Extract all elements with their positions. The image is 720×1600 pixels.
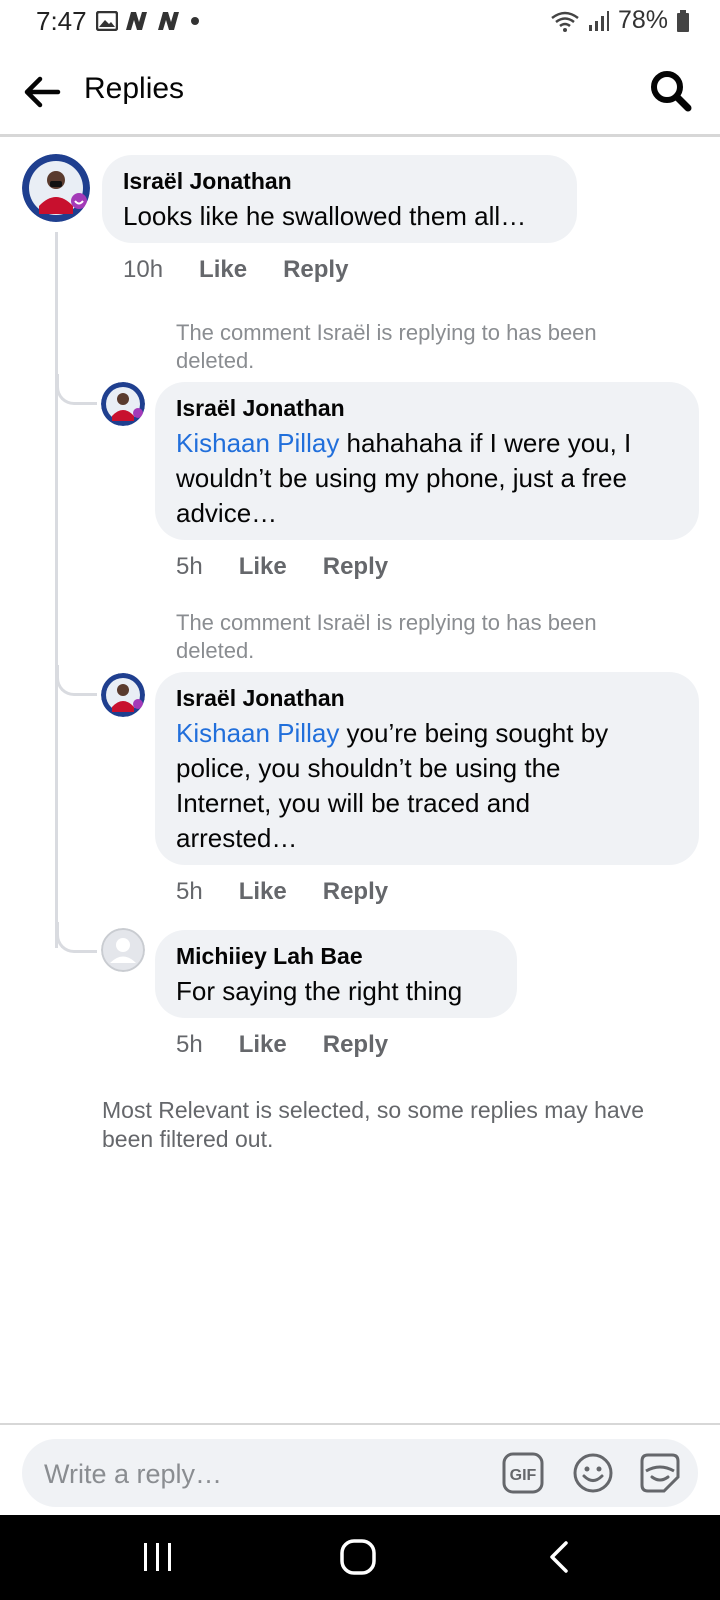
comment-time: 5h — [176, 878, 203, 905]
thread-line — [55, 232, 58, 948]
battery-icon — [677, 9, 689, 32]
filter-notice: Most Relevant is selected, so some repli… — [102, 1097, 645, 1152]
search-button[interactable] — [648, 68, 694, 114]
search-icon — [651, 71, 692, 112]
comment-author[interactable]: Israël Jonathan — [176, 684, 677, 712]
comment-bubble[interactable]: Israël Jonathan Kishaan Pillay you’re be… — [155, 672, 699, 865]
deleted-comment-note: The comment Israël is replying to has be… — [176, 320, 597, 373]
battery-percent: 78% — [617, 6, 668, 34]
reply-connector — [56, 922, 97, 953]
profile-photo-icon — [22, 154, 90, 222]
like-button[interactable]: Like — [239, 553, 287, 581]
reply-button[interactable]: Reply — [323, 1031, 388, 1059]
gallery-icon — [96, 11, 118, 31]
comment-bubble[interactable]: Michiiey Lah Bae For saying the right th… — [155, 930, 517, 1018]
status-time: 7:47 — [36, 6, 87, 36]
comment-text: For saying the right thing — [176, 976, 463, 1006]
gif-icon: GIF — [502, 1452, 544, 1494]
reply-connector — [56, 374, 97, 405]
avatar[interactable] — [22, 154, 90, 222]
gif-button[interactable]: GIF — [502, 1452, 544, 1494]
emoji-icon — [573, 1453, 613, 1493]
page-title: Replies — [84, 72, 185, 105]
comment-actions: 10h Like Reply — [123, 256, 384, 284]
comment-text: Kishaan Pillay you’re being sought by po… — [176, 718, 609, 853]
avatar[interactable] — [101, 673, 145, 717]
home-icon — [340, 1539, 376, 1575]
back-button[interactable] — [20, 70, 64, 114]
deleted-comment-note: The comment Israël is replying to has be… — [176, 610, 597, 663]
sticker-icon — [640, 1453, 680, 1493]
wifi-icon — [551, 11, 579, 32]
reply-button[interactable]: Reply — [323, 553, 388, 581]
comment-time: 10h — [123, 256, 164, 283]
profile-photo-icon — [101, 382, 145, 426]
mention-link[interactable]: Kishaan Pillay — [176, 428, 339, 458]
comment-actions: 5h Like Reply — [176, 878, 424, 906]
default-avatar-icon — [101, 928, 145, 972]
mention-link[interactable]: Kishaan Pillay — [176, 718, 339, 748]
recent-apps-button[interactable] — [138, 1539, 178, 1575]
comment-bubble[interactable]: Israël Jonathan Kishaan Pillay hahahaha … — [155, 382, 699, 540]
comment-time: 5h — [176, 1031, 203, 1058]
back-nav-icon — [550, 1541, 568, 1573]
comment-text: Kishaan Pillay hahahaha if I were you, I… — [176, 428, 632, 528]
app-header: Replies — [0, 48, 720, 137]
sticker-button[interactable] — [638, 1451, 682, 1495]
comment-time: 5h — [176, 553, 203, 580]
reply-input[interactable] — [42, 1439, 476, 1509]
avatar[interactable] — [101, 928, 145, 972]
comment-author[interactable]: Michiiey Lah Bae — [176, 942, 495, 970]
back-nav-button[interactable] — [544, 1539, 574, 1575]
system-nav-bar — [0, 1515, 720, 1600]
signal-icon — [588, 10, 609, 31]
profile-photo-icon — [101, 673, 145, 717]
comment-author[interactable]: Israël Jonathan — [123, 167, 555, 195]
composer-box[interactable]: GIF — [22, 1439, 698, 1509]
like-button[interactable]: Like — [199, 256, 247, 284]
like-button[interactable]: Like — [239, 878, 287, 906]
comment-actions: 5h Like Reply — [176, 553, 424, 581]
svg-text:GIF: GIF — [510, 1467, 537, 1484]
app-n-icon — [126, 12, 147, 30]
recent-apps-icon — [144, 1543, 171, 1571]
reply-button[interactable]: Reply — [283, 256, 348, 284]
reply-connector — [56, 665, 97, 696]
dot-icon — [191, 17, 199, 25]
app-n-icon — [158, 12, 179, 30]
comment-text: Looks like he swallowed them all… — [123, 201, 527, 231]
home-button[interactable] — [338, 1537, 378, 1577]
emoji-button[interactable] — [572, 1452, 614, 1494]
reply-button[interactable]: Reply — [323, 878, 388, 906]
comment-author[interactable]: Israël Jonathan — [176, 394, 677, 422]
comment-bubble[interactable]: Israël Jonathan Looks like he swallowed … — [102, 155, 577, 243]
back-arrow-icon — [24, 76, 61, 108]
like-button[interactable]: Like — [239, 1031, 287, 1059]
system-indicators: 78% — [550, 6, 690, 35]
avatar[interactable] — [101, 382, 145, 426]
notification-icons — [96, 10, 202, 32]
status-bar: 7:47 78% — [0, 0, 720, 48]
reply-composer: GIF — [0, 1423, 720, 1517]
comment-actions: 5h Like Reply — [176, 1031, 424, 1059]
